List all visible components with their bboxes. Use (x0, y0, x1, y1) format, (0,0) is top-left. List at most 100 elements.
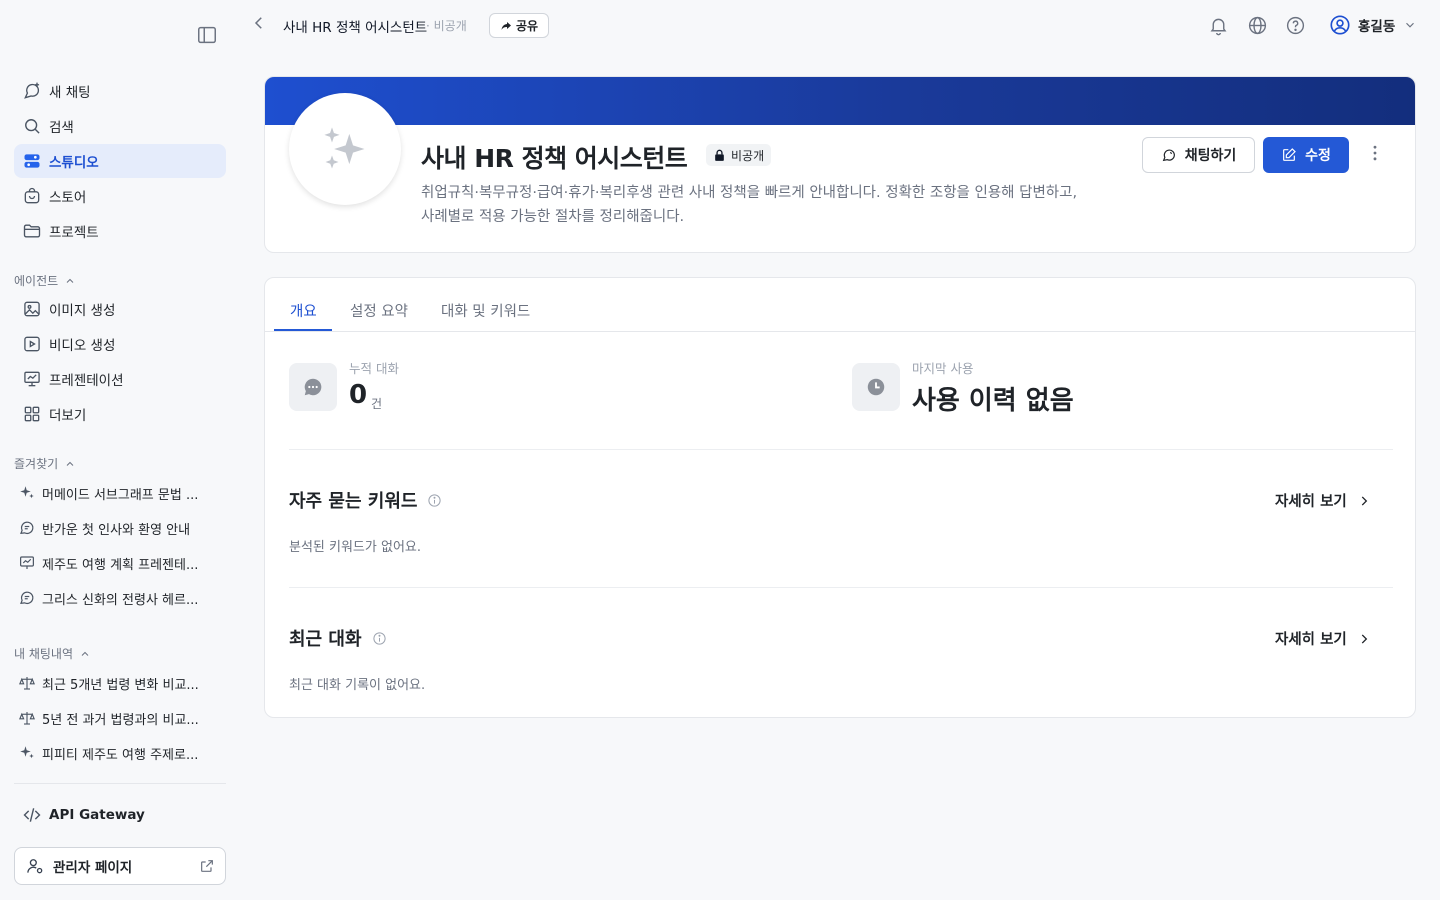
sidebar-item-search[interactable]: 검색 (14, 109, 226, 143)
section-label: 에이전트 (14, 274, 59, 288)
section-label: 내 채팅내역 (14, 647, 74, 661)
assistant-description: 취업규칙·복무규정·급여·휴가·복리후생 관련 사내 정책을 빠르게 안내합니다… (421, 181, 1121, 229)
active-tab-indicator (274, 329, 332, 331)
search-icon (22, 116, 42, 136)
clock-icon (867, 378, 885, 396)
edit-label: 수정 (1305, 148, 1331, 164)
sidebar-toggle-icon[interactable] (196, 24, 218, 46)
assistant-profile-card: 사내 HR 정책 어시스턴트 비공개 취업규칙·복무규정·급여·휴가·복리후생 … (264, 76, 1416, 253)
assistant-avatar (289, 93, 401, 205)
total-chats-unit: 건 (371, 397, 383, 411)
tab-bar: 개요 설정 요약 대화 및 키워드 (265, 278, 1415, 332)
sidebar: 새 채팅 검색 스튜디오 스토어 프로젝트 에이전트 이미지 생성 비디오 생성… (0, 0, 240, 900)
scale-icon (18, 709, 36, 727)
sidebar-item-label: 프레젠테이션 (49, 373, 124, 389)
recent-view-more-link[interactable]: 자세히 보기 (1275, 628, 1371, 649)
grid-icon (22, 404, 42, 424)
admin-label: 관리자 페이지 (53, 860, 133, 876)
more-options-icon[interactable] (1365, 143, 1385, 167)
share-button[interactable]: 공유 (489, 13, 550, 38)
keywords-view-more-link[interactable]: 자세히 보기 (1275, 490, 1371, 511)
code-icon (22, 805, 42, 825)
favorites-section-header[interactable]: 즐겨찾기 (14, 455, 76, 472)
history-section-header[interactable]: 내 채팅내역 (14, 645, 91, 662)
presentation-icon (22, 369, 42, 389)
sidebar-item-studio[interactable]: 스튜디오 (14, 144, 226, 178)
history-item-label: 5년 전 과거 법령과의 비교... (42, 712, 199, 728)
total-chats-icon-box (289, 363, 337, 411)
assistant-name: 사내 HR 정책 어시스턴트 (421, 144, 688, 173)
sparkle-icon (18, 484, 36, 502)
tab-conversations-keywords[interactable]: 대화 및 키워드 (441, 300, 530, 321)
favorite-item[interactable]: 제주도 여행 계획 프레젠테... (14, 546, 226, 580)
scale-icon (18, 674, 36, 692)
chevron-up-icon (64, 458, 76, 470)
agents-section-header[interactable]: 에이전트 (14, 272, 76, 289)
history-item[interactable]: 5년 전 과거 법령과의 비교... (14, 701, 226, 735)
recent-empty-text: 최근 대화 기록이 없어요. (289, 678, 426, 693)
private-badge-label: 비공개 (731, 148, 765, 163)
sidebar-item-video-gen[interactable]: 비디오 생성 (14, 327, 226, 361)
user-menu[interactable]: 홍길동 (1329, 14, 1417, 36)
sidebar-item-label: 더보기 (49, 408, 87, 424)
sidebar-item-label: API Gateway (49, 807, 145, 823)
history-item-label: 피피티 제주도 여행 주제로... (42, 747, 199, 763)
last-used-label: 마지막 사용 (912, 361, 974, 376)
total-chats-value: 0 (349, 380, 368, 410)
sidebar-item-label: 스튜디오 (49, 155, 99, 171)
sidebar-item-api-gateway[interactable]: API Gateway (14, 798, 226, 832)
user-name: 홍길동 (1358, 19, 1396, 35)
sidebar-item-presentation[interactable]: 프레젠테이션 (14, 362, 226, 396)
favorite-item-label: 머메이드 서브그래프 문법 ... (42, 487, 199, 503)
sidebar-item-image-gen[interactable]: 이미지 생성 (14, 292, 226, 326)
sidebar-item-store[interactable]: 스토어 (14, 179, 226, 213)
user-avatar-icon (1329, 14, 1351, 36)
sidebar-item-label: 검색 (49, 120, 74, 136)
chevron-up-icon (79, 648, 91, 660)
recent-chats-title: 최근 대화 (289, 629, 362, 650)
faq-keywords-title: 자주 묻는 키워드 (289, 491, 418, 512)
video-icon (22, 334, 42, 354)
profile-banner (265, 77, 1415, 125)
chevron-down-icon (1403, 18, 1417, 32)
history-item[interactable]: 피피티 제주도 여행 주제로... (14, 736, 226, 770)
chat-icon (1161, 147, 1177, 163)
chevron-right-icon (1357, 494, 1371, 508)
section-label: 즐겨찾기 (14, 457, 59, 471)
favorite-item[interactable]: 반가운 첫 인사와 환영 안내 (14, 511, 226, 545)
breadcrumb-title: 사내 HR 정책 어시스턴트 (283, 20, 428, 36)
history-item[interactable]: 최근 5개년 법령 변화 비교... (14, 666, 226, 700)
chevron-right-icon (1357, 632, 1371, 646)
sparkle-icon (324, 127, 365, 169)
info-icon[interactable] (427, 493, 442, 508)
tab-settings-summary[interactable]: 설정 요약 (350, 300, 408, 321)
tab-overview[interactable]: 개요 (290, 300, 317, 321)
edit-button[interactable]: 수정 (1263, 137, 1349, 173)
store-bag-icon (22, 186, 42, 206)
sidebar-item-new-chat[interactable]: 새 채팅 (14, 74, 226, 108)
top-bar: 사내 HR 정책 어시스턴트 · 비공개 공유 홍길동 (240, 0, 1440, 52)
sidebar-item-more[interactable]: 더보기 (14, 397, 226, 431)
start-chat-button[interactable]: 채팅하기 (1142, 137, 1255, 173)
chat-dots-icon (304, 378, 322, 396)
visibility-label: · 비공개 (426, 19, 467, 33)
lock-icon (713, 149, 726, 162)
globe-icon[interactable] (1247, 15, 1268, 36)
favorite-item[interactable]: 그리스 신화의 전령사 헤르... (14, 581, 226, 615)
back-chevron-icon[interactable] (250, 14, 268, 36)
studio-icon (22, 151, 42, 171)
history-item-label: 최근 5개년 법령 변화 비교... (42, 677, 199, 693)
favorite-item-label: 그리스 신화의 전령사 헤르... (42, 592, 199, 608)
chat-bubble-icon (18, 589, 36, 607)
sidebar-item-project[interactable]: 프로젝트 (14, 214, 226, 248)
share-arrow-icon (500, 20, 512, 32)
bell-icon[interactable] (1208, 15, 1229, 36)
sidebar-item-label: 프로젝트 (49, 225, 99, 241)
help-icon[interactable] (1285, 15, 1306, 36)
private-badge: 비공개 (706, 144, 772, 166)
description-line: 사례별로 적용 가능한 절차를 정리해줍니다. (421, 209, 685, 225)
favorite-item[interactable]: 머메이드 서브그래프 문법 ... (14, 476, 226, 510)
admin-page-button[interactable]: 관리자 페이지 (14, 847, 226, 885)
info-icon[interactable] (372, 631, 387, 646)
sidebar-item-label: 스토어 (49, 190, 87, 206)
